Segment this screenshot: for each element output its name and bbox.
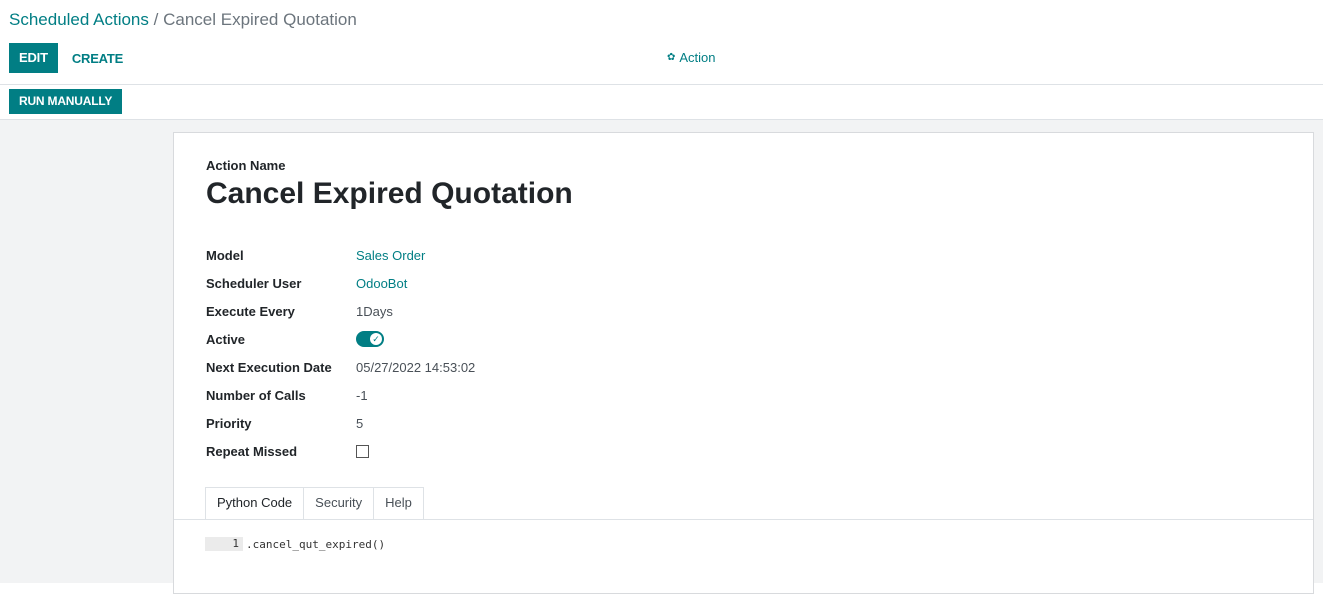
field-active: Active ✓ — [206, 325, 475, 353]
field-label: Priority — [206, 415, 252, 431]
action-name-label: Action Name — [206, 158, 286, 173]
field-label: Repeat Missed — [206, 443, 298, 459]
next-execution-date-value: 05/27/2022 14:53:02 — [356, 359, 476, 375]
field-scheduler-user: Scheduler User OdooBot — [206, 269, 475, 297]
gear-icon: ✿ — [667, 52, 676, 63]
code-editor[interactable]: 1 .cancel_qut_expired() — [205, 537, 385, 551]
code-line: .cancel_qut_expired() — [246, 537, 386, 551]
control-panel: Scheduled Actions / Cancel Expired Quota… — [0, 0, 1323, 120]
create-button[interactable]: CREATE — [72, 51, 123, 66]
form-buttons: EDIT CREATE — [9, 43, 123, 73]
field-number-of-calls: Number of Calls -1 — [206, 381, 475, 409]
priority-value: 5 — [356, 415, 364, 431]
action-menu[interactable]: ✿ Action — [667, 50, 716, 65]
field-repeat-missed: Repeat Missed — [206, 437, 475, 465]
notebook-tabs: Python Code Security Help — [205, 487, 424, 519]
execute-every-value: 1Days — [356, 303, 393, 319]
field-label: Scheduler User — [206, 275, 302, 291]
divider — [0, 84, 1323, 85]
breadcrumb-parent-link[interactable]: Scheduled Actions — [9, 10, 149, 29]
active-toggle[interactable]: ✓ — [356, 331, 384, 347]
field-list: Model Sales Order Scheduler User OdooBot… — [206, 241, 475, 465]
edit-button[interactable]: EDIT — [9, 43, 58, 73]
field-priority: Priority 5 — [206, 409, 475, 437]
scheduler-user-link[interactable]: OdooBot — [356, 276, 407, 291]
model-link[interactable]: Sales Order — [356, 248, 425, 263]
field-label: Active — [206, 331, 246, 347]
tab-security[interactable]: Security — [303, 487, 375, 519]
field-label: Execute Every — [206, 303, 295, 319]
page-title: Cancel Expired Quotation — [206, 177, 573, 210]
run-manually-button[interactable]: RUN MANUALLY — [9, 89, 123, 114]
number-of-calls-value: -1 — [356, 387, 368, 403]
action-menu-label: Action — [679, 50, 716, 65]
breadcrumb-separator: / — [153, 10, 159, 29]
check-icon: ✓ — [370, 333, 382, 345]
field-execute-every: Execute Every 1Days — [206, 297, 475, 325]
field-label: Number of Calls — [206, 387, 306, 403]
tab-python-code[interactable]: Python Code — [205, 487, 305, 519]
field-model: Model Sales Order — [206, 241, 475, 269]
field-next-execution-date: Next Execution Date 05/27/2022 14:53:02 — [206, 353, 475, 381]
breadcrumb-current: Cancel Expired Quotation — [163, 10, 357, 29]
tab-help[interactable]: Help — [373, 487, 424, 519]
tab-divider — [174, 519, 1313, 520]
field-label: Model — [206, 247, 244, 263]
field-label: Next Execution Date — [206, 359, 332, 375]
form-sheet: Action Name Cancel Expired Quotation Mod… — [173, 132, 1314, 594]
line-number: 1 — [205, 537, 243, 551]
repeat-missed-checkbox[interactable] — [356, 444, 369, 458]
breadcrumb: Scheduled Actions / Cancel Expired Quota… — [9, 10, 357, 30]
